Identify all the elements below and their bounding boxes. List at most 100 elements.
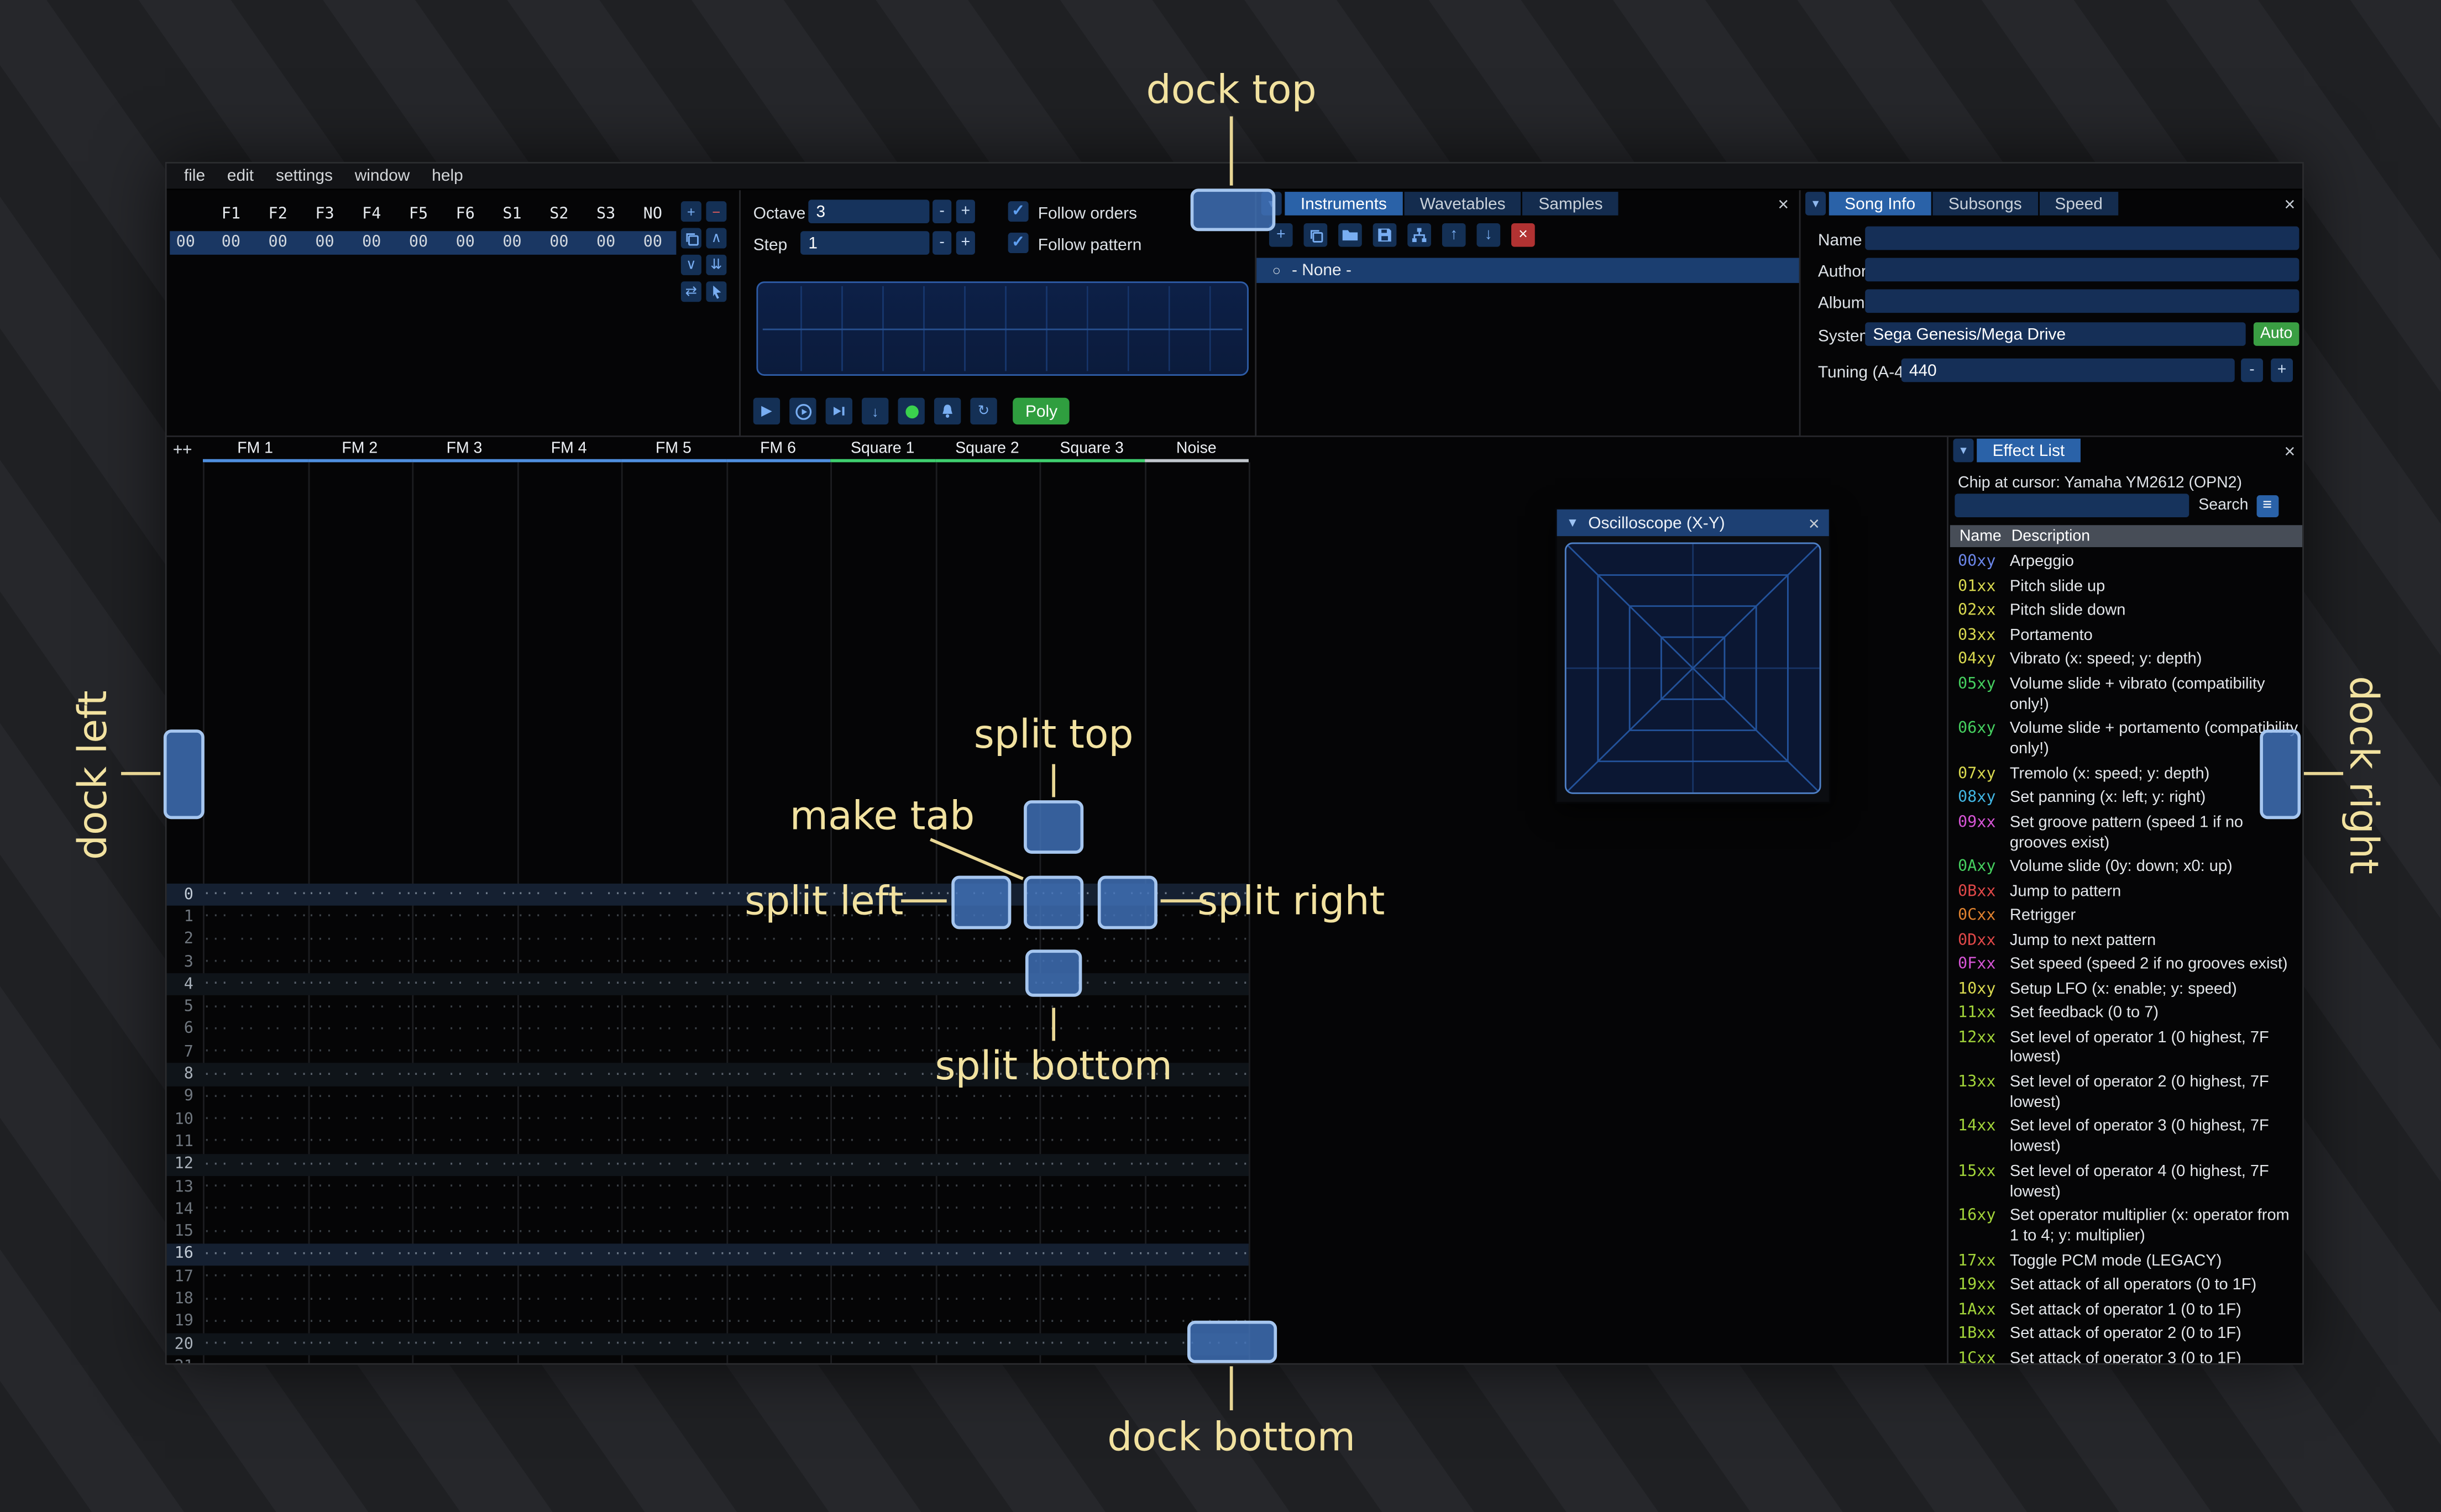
author-input[interactable]	[1865, 258, 2299, 282]
pattern-cell[interactable]: ··· ·· ·· ···	[935, 999, 1039, 1015]
pattern-cell[interactable]: ··· ·· ·· ···	[307, 1247, 412, 1262]
pattern-cell[interactable]: ··· ·· ·· ···	[621, 999, 726, 1015]
pattern-cell[interactable]: ··· ·· ·· ···	[517, 1224, 621, 1240]
pattern-cell[interactable]: ··· ·· ·· ···	[307, 1224, 412, 1240]
pattern-cell[interactable]: ··· ·· ·· ···	[412, 1314, 516, 1330]
effect-search-input[interactable]	[1955, 494, 2189, 518]
pattern-cell[interactable]: ··· ·· ·· ···	[517, 1112, 621, 1127]
pattern-cell[interactable]: ··· ·· ·· ···	[621, 1067, 726, 1082]
instruments-close-button[interactable]: ×	[1772, 193, 1794, 215]
pattern-cell[interactable]: ··· ·· ·· ···	[726, 1112, 830, 1127]
effect-list-close-button[interactable]: ×	[2278, 439, 2301, 461]
order-value[interactable]: 00	[536, 234, 583, 251]
pattern-row[interactable]: 1 ··· ·· ·· ··· ··· ·· ·· ··· ··· ·· ·· ···…	[167, 906, 1249, 929]
pattern-cell[interactable]: ··· ·· ·· ···	[517, 1022, 621, 1037]
pattern-cell[interactable]: ··· ·· ·· ···	[830, 1112, 935, 1127]
pattern-cell[interactable]: ··· ·· ·· ···	[621, 1134, 726, 1149]
open-instrument-button[interactable]	[1338, 223, 1362, 247]
pattern-row[interactable]: 3 ··· ·· ·· ··· ··· ·· ·· ··· ··· ·· ·· ···…	[167, 951, 1249, 974]
pattern-cell[interactable]: ··· ·· ·· ···	[517, 999, 621, 1015]
channel-header-fm-6[interactable]: FM 6	[725, 437, 831, 463]
pattern-cell[interactable]: ··· ·· ·· ···	[203, 1179, 307, 1195]
pattern-cell[interactable]: ··· ·· ·· ···	[935, 977, 1039, 993]
pattern-cell[interactable]: ··· ·· ·· ···	[412, 1112, 516, 1127]
pattern-row[interactable]: 0 ··· ·· ·· ··· ··· ·· ·· ··· ··· ·· ·· ···…	[166, 883, 1249, 906]
octave-input[interactable]: 3	[808, 200, 930, 223]
pattern-cell[interactable]: ··· ·· ·· ···	[203, 932, 307, 947]
pattern-cell[interactable]: ··· ·· ·· ···	[412, 1337, 516, 1352]
octave-increase-button[interactable]: +	[956, 200, 975, 223]
pattern-cell[interactable]: ··· ·· ·· ···	[307, 1134, 412, 1149]
pattern-cell[interactable]: ··· ·· ·· ···	[203, 1157, 307, 1172]
channel-header-square-1[interactable]: Square 1	[830, 437, 935, 463]
order-value[interactable]: 00	[348, 234, 395, 251]
pattern-row[interactable]: 14 ··· ·· ·· ··· ··· ·· ·· ··· ··· ·· ·· ··…	[167, 1198, 1249, 1221]
add-order-button[interactable]: +	[680, 201, 701, 222]
pattern-cell[interactable]: ··· ·· ·· ···	[203, 1359, 307, 1363]
pattern-cell[interactable]: ··· ·· ·· ···	[830, 1179, 935, 1195]
play-button[interactable]: ▶	[753, 397, 781, 425]
pattern-cell[interactable]: ··· ·· ·· ···	[830, 1157, 935, 1172]
pattern-cell[interactable]: ··· ·· ·· ···	[1040, 1314, 1144, 1330]
pattern-cell[interactable]: ··· ·· ·· ···	[935, 1359, 1039, 1363]
pattern-cell[interactable]: ··· ·· ·· ···	[203, 1022, 307, 1037]
pattern-cell[interactable]: ··· ·· ·· ···	[621, 1179, 726, 1195]
pattern-cell[interactable]: ··· ·· ·· ···	[307, 1292, 412, 1307]
step-increase-button[interactable]: +	[956, 231, 975, 255]
duplicate-instrument-button[interactable]	[1303, 223, 1328, 247]
pattern-cell[interactable]: ··· ·· ·· ···	[412, 1157, 516, 1172]
instrument-folders-button[interactable]	[1407, 223, 1431, 247]
pattern-cell[interactable]: ··· ·· ·· ···	[517, 887, 621, 902]
pattern-cell[interactable]: ··· ·· ·· ···	[307, 1067, 412, 1082]
tab-song-info[interactable]: Song Info	[1829, 192, 1931, 216]
pattern-cell[interactable]: ··· ·· ·· ···	[1144, 999, 1249, 1015]
pattern-cell[interactable]: ··· ·· ·· ···	[726, 1089, 830, 1105]
pattern-cell[interactable]: ··· ·· ·· ···	[1040, 1224, 1144, 1240]
oscilloscope-close-button[interactable]: ×	[1809, 512, 1820, 534]
pattern-cell[interactable]: ··· ·· ·· ···	[203, 1134, 307, 1149]
pattern-cell[interactable]: ··· ·· ·· ···	[726, 1269, 830, 1285]
pattern-cell[interactable]: ··· ·· ·· ···	[307, 977, 412, 993]
pattern-cell[interactable]: ··· ·· ·· ···	[1144, 1089, 1249, 1105]
pattern-cell[interactable]: ··· ·· ·· ···	[203, 910, 307, 925]
pattern-cell[interactable]: ··· ·· ·· ···	[307, 1202, 412, 1217]
follow-orders-checkbox[interactable]: ✓	[1008, 201, 1029, 222]
pattern-cell[interactable]: ··· ·· ·· ···	[1144, 1112, 1249, 1127]
pattern-cell[interactable]: ··· ·· ·· ···	[203, 999, 307, 1015]
pattern-row[interactable]: 21··· ·· ·· ······ ·· ·· ······ ·· ·· ··…	[167, 1356, 1249, 1363]
pattern-cell[interactable]: ··· ·· ·· ···	[412, 1089, 516, 1105]
pattern-cell[interactable]: ··· ·· ·· ···	[1144, 1179, 1249, 1195]
pattern-cell[interactable]: ··· ·· ·· ···	[621, 910, 726, 925]
pattern-cell[interactable]: ··· ·· ·· ···	[412, 1359, 516, 1363]
pattern-cell[interactable]: ··· ·· ·· ···	[726, 1247, 830, 1262]
channel-header-noise[interactable]: Noise	[1144, 437, 1249, 463]
play-one-row-button[interactable]	[825, 397, 852, 425]
pattern-cell[interactable]: ··· ·· ·· ···	[621, 1359, 726, 1363]
dock-top-target[interactable]	[1190, 188, 1276, 232]
pattern-cell[interactable]: ··· ·· ·· ···	[412, 1179, 516, 1195]
pattern-cell[interactable]: ··· ·· ·· ···	[1144, 1269, 1249, 1285]
menu-settings[interactable]: settings	[265, 164, 344, 189]
pattern-cell[interactable]: ··· ·· ·· ···	[517, 1247, 621, 1262]
follow-pattern-checkbox[interactable]: ✓	[1008, 233, 1029, 254]
pattern-cell[interactable]: ··· ·· ·· ···	[726, 1337, 830, 1352]
pattern-row[interactable]: 11 ··· ·· ·· ··· ··· ·· ·· ··· ··· ·· ·· ··…	[167, 1131, 1249, 1153]
pattern-cell[interactable]: ··· ·· ·· ···	[830, 1134, 935, 1149]
pattern-cell[interactable]: ··· ·· ·· ···	[1144, 1022, 1249, 1037]
pattern-cell[interactable]: ··· ·· ·· ···	[517, 954, 621, 970]
order-value[interactable]: 00	[254, 234, 301, 251]
pattern-cell[interactable]: ··· ·· ·· ···	[307, 1112, 412, 1127]
pattern-cell[interactable]: ··· ·· ·· ···	[1144, 1247, 1249, 1262]
pattern-cell[interactable]: ··· ·· ·· ···	[307, 999, 412, 1015]
pattern-cell[interactable]: ··· ·· ·· ···	[1144, 1134, 1249, 1149]
pattern-cell[interactable]: ··· ·· ·· ···	[621, 1247, 726, 1262]
order-value[interactable]: 00	[583, 234, 630, 251]
tab-effect-list[interactable]: Effect List	[1977, 438, 2081, 463]
move-order-down-button[interactable]: ∨	[680, 254, 701, 275]
oscilloscope-title-bar[interactable]: ▼ Oscilloscope (X-Y) ×	[1557, 509, 1829, 537]
pattern-cell[interactable]: ··· ·· ·· ···	[621, 1202, 726, 1217]
dock-left-target[interactable]	[163, 729, 205, 820]
repeat-pattern-button[interactable]: ↻	[970, 397, 997, 425]
album-input[interactable]	[1865, 289, 2299, 313]
pattern-cell[interactable]: ··· ·· ·· ···	[412, 1134, 516, 1149]
